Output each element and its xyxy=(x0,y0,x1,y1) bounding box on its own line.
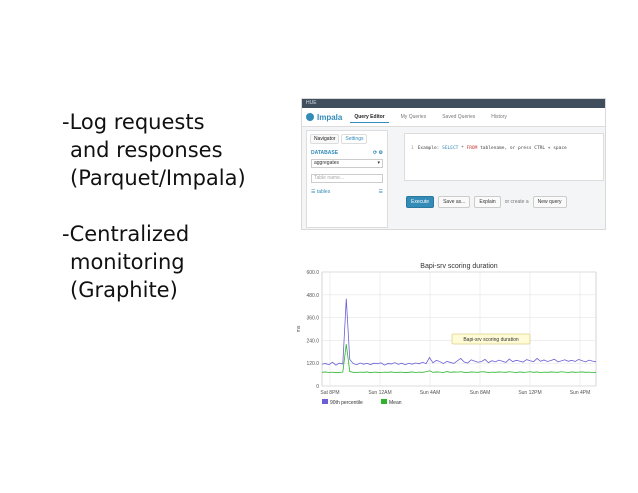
refresh-icon[interactable]: ⟳ ⚙ xyxy=(373,150,383,156)
tables-label: ☰ tables xyxy=(311,189,331,195)
list-icon: ☰ xyxy=(378,189,383,195)
tab-saved-queries[interactable]: Saved Queries xyxy=(438,112,479,122)
tables-label-text: tables xyxy=(316,189,331,195)
plot-area xyxy=(321,271,597,387)
editor-actions: Execute Save as... Explain or create a N… xyxy=(406,196,567,208)
chart-tooltip-text: Bapi-srv scoring duration xyxy=(463,337,519,343)
legend-swatch xyxy=(322,399,328,404)
query-editor[interactable]: 1 Example: SELECT * FROM tablename, or pr… xyxy=(404,133,604,181)
bullet-line: (Parquet/Impala) xyxy=(70,166,246,190)
tab-history[interactable]: History xyxy=(487,112,511,122)
database-header: DATABASE ⟳ ⚙ xyxy=(307,147,387,159)
impala-brand[interactable]: Impala xyxy=(306,113,342,122)
editor-keyword-select: SELECT xyxy=(442,146,459,151)
x-tick-label: Sat 8PM xyxy=(320,390,339,396)
y-tick-label: 240.0 xyxy=(306,338,319,344)
hue-topbar: HUE xyxy=(302,99,605,108)
editor-mid: * xyxy=(458,146,467,151)
editor-keyword-from: FROM xyxy=(466,146,478,151)
slide-bullets: -Log requests and responses (Parquet/Imp… xyxy=(62,108,302,332)
editor-rest: tablename, or press CTRL + space xyxy=(477,146,567,151)
y-tick-label: 0 xyxy=(316,384,319,390)
save-as-button[interactable]: Save as... xyxy=(438,196,471,208)
x-tick-label: Sun 12PM xyxy=(518,390,541,396)
x-tick-label: Sun 4PM xyxy=(570,390,591,396)
new-query-button[interactable]: New query xyxy=(532,196,567,208)
navigator-panel: Navigator Settings DATABASE ⟳ ⚙ aggregat… xyxy=(306,130,388,228)
or-create-text: or create a xyxy=(504,199,529,205)
bullet-line: monitoring xyxy=(70,250,185,274)
bullet-centralized-monitoring: -Centralized monitoring (Graphite) xyxy=(62,220,302,304)
x-tick-label: Sun 4AM xyxy=(420,390,441,396)
tab-my-queries[interactable]: My Queries xyxy=(397,112,431,122)
x-tick-label: Sun 8AM xyxy=(470,390,491,396)
y-tick-label: 480.0 xyxy=(306,293,319,299)
tab-settings[interactable]: Settings xyxy=(341,134,368,144)
y-tick-label: 360.0 xyxy=(306,316,319,322)
editor-prefix: Example: xyxy=(417,146,443,151)
impala-screenshot: HUE Impala Query Editor My Queries Saved… xyxy=(301,98,606,230)
impala-brand-label: Impala xyxy=(317,112,343,122)
impala-navbar: Impala Query Editor My Queries Saved Que… xyxy=(302,108,605,127)
database-label: DATABASE xyxy=(311,150,339,156)
tab-query-editor[interactable]: Query Editor xyxy=(350,112,389,123)
legend-label: 90th percentile xyxy=(330,400,363,406)
impala-logo-icon xyxy=(306,113,314,121)
line-number: 1 xyxy=(411,146,414,151)
chart-title: Bapi-srv scoring duration xyxy=(420,263,498,270)
bullet-line: and responses xyxy=(70,138,223,162)
y-tick-label: 120.0 xyxy=(306,361,319,367)
navigator-tabs: Navigator Settings xyxy=(307,131,387,147)
graphite-chart: Bapi-srv scoring duration 0 120.0 240.0 360.… xyxy=(292,258,610,420)
database-select-value: aggregates xyxy=(314,160,340,166)
explain-button[interactable]: Explain xyxy=(474,196,501,208)
bullet-line: -Centralized xyxy=(62,222,190,246)
y-axis-label: ms xyxy=(296,325,302,332)
legend-swatch xyxy=(381,399,387,404)
y-tick-label: 600.0 xyxy=(306,270,319,276)
database-select[interactable]: aggregates ▾ xyxy=(311,159,383,168)
bullet-line: -Log requests xyxy=(62,110,205,134)
graphite-chart-svg: Bapi-srv scoring duration 0 120.0 240.0 360.… xyxy=(296,263,597,406)
execute-button[interactable]: Execute xyxy=(406,196,435,208)
bullet-line: (Graphite) xyxy=(70,278,178,302)
x-tick-label: Sun 12AM xyxy=(368,390,391,396)
tables-row[interactable]: ☰ tables ☰ xyxy=(307,183,387,201)
tab-navigator[interactable]: Navigator xyxy=(310,134,340,144)
bullet-log-requests: -Log requests and responses (Parquet/Imp… xyxy=(62,108,302,192)
legend-label: Mean xyxy=(389,400,402,406)
table-filter-input[interactable]: Table name... xyxy=(311,174,383,183)
chevron-down-icon: ▾ xyxy=(377,160,380,166)
